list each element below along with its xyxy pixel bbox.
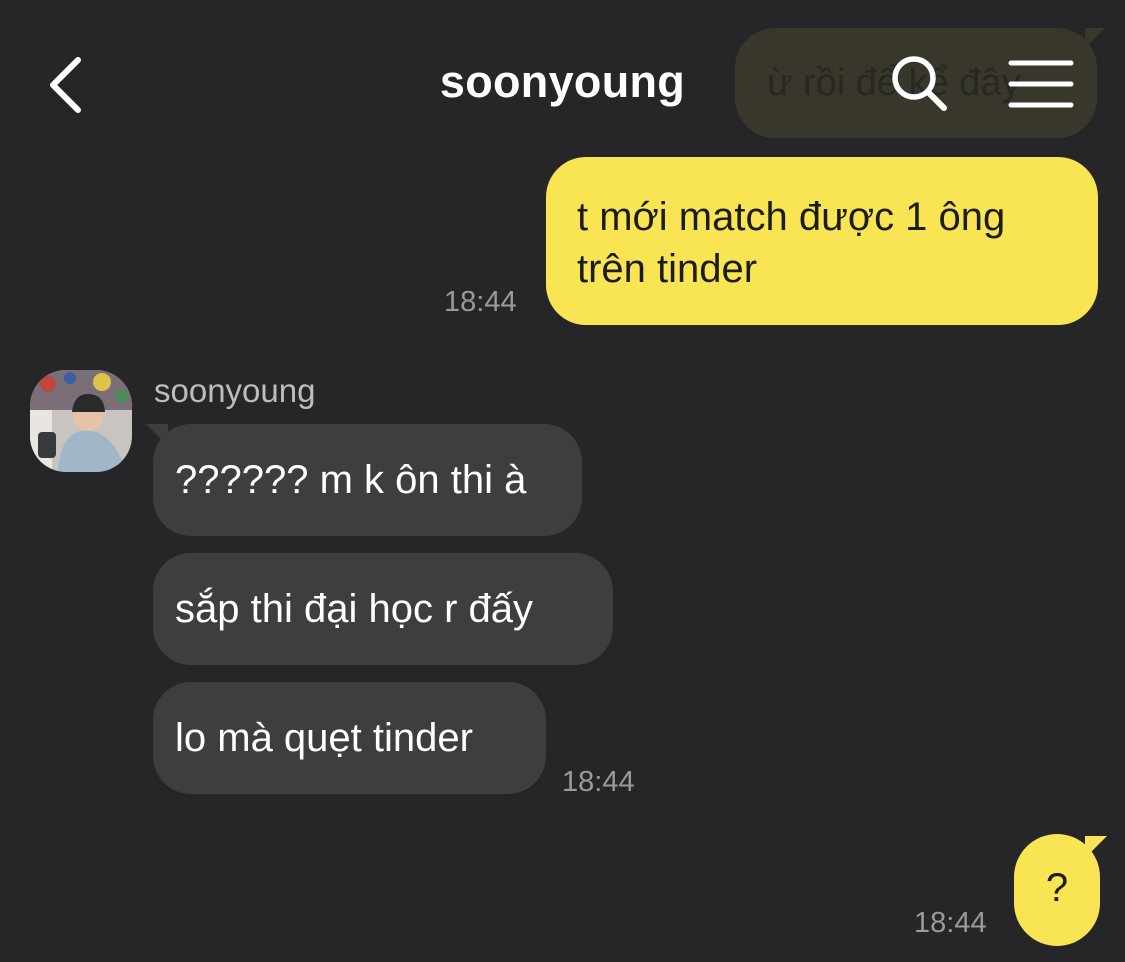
message-text: ? bbox=[1045, 866, 1069, 910]
incoming-message-bubble[interactable]: lo mà quẹt tinder bbox=[153, 682, 546, 794]
sender-name: soonyoung bbox=[154, 372, 316, 409]
message-timestamp: 18:44 bbox=[444, 286, 517, 318]
chat-screen: ừ rồi để kể đây soonyoung 18:44 t mới ma… bbox=[0, 0, 1125, 962]
message-text-line: trên tinder bbox=[577, 247, 758, 291]
menu-icon bbox=[1008, 60, 1074, 108]
message-timestamp: 18:44 bbox=[562, 766, 635, 798]
message-text: sắp thi đại học r đấy bbox=[175, 587, 533, 631]
avatar[interactable] bbox=[30, 370, 132, 472]
incoming-message-bubble[interactable]: sắp thi đại học r đấy bbox=[153, 553, 613, 665]
incoming-message-bubble[interactable]: ?????? m k ôn thi à bbox=[153, 424, 582, 536]
search-button[interactable] bbox=[888, 52, 952, 116]
message-timestamp: 18:44 bbox=[914, 907, 987, 939]
search-icon bbox=[892, 56, 947, 111]
outgoing-message-bubble[interactable]: t mới match được 1 ông trên tinder bbox=[546, 157, 1098, 325]
chat-title: soonyoung bbox=[439, 56, 686, 107]
message-text: ?????? m k ôn thi à bbox=[175, 458, 527, 502]
chat-header: soonyoung bbox=[0, 0, 1125, 165]
message-text: lo mà quẹt tinder bbox=[175, 716, 473, 760]
outgoing-message-bubble[interactable]: ? bbox=[1014, 834, 1100, 946]
avatar-photo bbox=[30, 370, 132, 472]
message-text-line: t mới match được 1 ông bbox=[577, 195, 1006, 239]
menu-button[interactable] bbox=[1008, 58, 1074, 110]
